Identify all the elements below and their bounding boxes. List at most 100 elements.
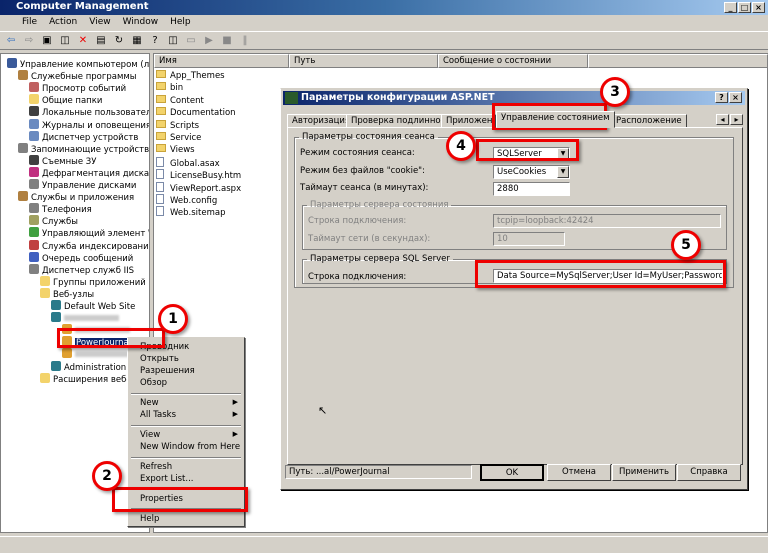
list-item[interactable]: Views (156, 144, 195, 156)
dialog-close-button[interactable]: × (729, 92, 742, 103)
menu-help[interactable]: Help (170, 17, 191, 27)
tree-item[interactable]: Просмотр событий (29, 82, 126, 94)
list-item[interactable]: Web.sitemap (156, 206, 225, 218)
pause-icon[interactable]: ‖ (238, 34, 252, 48)
close-button[interactable]: × (752, 2, 765, 13)
context-menu-item[interactable]: New (140, 398, 159, 408)
tree-item[interactable]: Default Web Site (51, 300, 135, 312)
tree-item[interactable]: Запоминающие устройства (18, 142, 149, 155)
context-menu-item[interactable]: Refresh (140, 462, 172, 472)
console-icon[interactable]: ◫ (166, 34, 180, 48)
context-menu-item[interactable]: Разрешения (140, 366, 195, 376)
tree-item[interactable]: Группы приложений (40, 275, 146, 288)
list-item[interactable]: Content (156, 94, 204, 107)
properties-icon[interactable]: ▤ (94, 34, 108, 48)
tree-item[interactable] (62, 348, 130, 360)
tree-item[interactable]: Съемные ЗУ (29, 154, 96, 167)
tab-scroll-right[interactable]: ▸ (730, 114, 743, 125)
context-menu-item[interactable]: Export List... (140, 474, 194, 484)
tree-item[interactable]: Служебные программы (18, 70, 137, 82)
restore-button[interactable]: □ (738, 2, 751, 13)
list-item[interactable]: Global.asax (156, 156, 220, 169)
state-conn-label: Строка подключения: (308, 216, 407, 226)
list-item[interactable]: ViewReport.aspx (156, 181, 241, 194)
tree-item[interactable]: Диспетчер служб IIS (29, 263, 134, 276)
tree-item[interactable] (51, 312, 119, 324)
context-menu-item[interactable]: Обзор (140, 378, 167, 388)
menu-view[interactable]: View (89, 17, 110, 27)
tree-item[interactable]: Расширения веб- (40, 372, 129, 385)
help-icon[interactable]: ? (148, 34, 162, 48)
tree-item[interactable]: Общие папки (29, 94, 102, 106)
tab-authorization[interactable]: Авторизация (287, 114, 356, 128)
tree-item[interactable]: Управляющий элемент WM (29, 227, 149, 239)
column-status[interactable]: Сообщение о состоянии (438, 54, 588, 68)
cookieless-select[interactable]: UseCookies ▼ (493, 165, 570, 179)
tree-item[interactable]: Журналы и оповещения пр (29, 118, 149, 131)
refresh-icon[interactable]: ↻ (112, 34, 126, 48)
annotation-1: 1 (158, 304, 188, 334)
tree-node-icon (29, 251, 39, 262)
state-conn-input[interactable]: tcpip=loopback:42424 (493, 214, 721, 228)
aspnet-icon (285, 92, 298, 104)
tree-item[interactable]: Служба индексирования (29, 239, 150, 252)
tree-item[interactable]: Веб-узлы (40, 287, 94, 300)
cancel-button[interactable]: Отмена (547, 464, 611, 481)
list-item-name: LicenseBusy.htm (170, 171, 242, 182)
tree-item[interactable]: Телефония (29, 203, 92, 215)
tree-item-label: Служба индексирования (42, 241, 150, 252)
tab-location[interactable]: Расположение (611, 114, 687, 128)
timeout-input[interactable]: 2880 (493, 182, 570, 196)
sql-server-legend: Параметры сервера SQL Server (310, 254, 450, 264)
delete-icon[interactable]: ✕ (76, 34, 90, 48)
list-item[interactable]: Service (156, 132, 201, 144)
tree-item[interactable]: Локальные пользователи (29, 106, 149, 118)
context-menu-item[interactable]: Help (140, 514, 159, 524)
tree-node-icon (51, 312, 61, 323)
list-item[interactable]: LicenseBusy.htm (156, 169, 241, 181)
export-icon[interactable]: ▦ (130, 34, 144, 48)
up-folder-icon[interactable]: ▣ (40, 34, 54, 48)
menu-file[interactable]: File (22, 17, 37, 27)
play-icon[interactable]: ▶ (202, 34, 216, 48)
list-item[interactable]: Scripts (156, 119, 199, 132)
list-item[interactable]: bin (156, 82, 183, 94)
back-icon[interactable]: ⇦ (4, 34, 18, 48)
tree-item[interactable]: Управление дисками (29, 179, 136, 191)
menu-action[interactable]: Action (49, 17, 77, 27)
column-name[interactable]: Имя (154, 54, 289, 68)
tree-item[interactable]: Administration (51, 360, 126, 373)
forward-icon[interactable]: ⇨ (22, 34, 36, 48)
context-menu-item[interactable]: Открыть (140, 354, 179, 364)
dialog-help-button[interactable]: ? (715, 92, 728, 103)
tab-scroll-left[interactable]: ◂ (716, 114, 729, 125)
chevron-down-icon[interactable]: ▼ (557, 166, 569, 178)
highlight-properties (112, 487, 248, 512)
list-item[interactable]: App_Themes (156, 70, 225, 82)
tree-item[interactable]: Службы (29, 215, 78, 227)
context-menu-item[interactable]: All Tasks (140, 410, 176, 420)
tab-application[interactable]: Приложение (441, 114, 496, 128)
menu-window[interactable]: Window (123, 17, 159, 27)
highlight-sql-conn (475, 260, 726, 288)
tree-item[interactable]: Очередь сообщений (29, 251, 133, 264)
tree-item[interactable]: Диспетчер устройств (29, 130, 138, 143)
show-tree-icon[interactable]: ◫ (58, 34, 72, 48)
list-item[interactable]: Web.config (156, 194, 217, 206)
stop-icon[interactable]: ■ (220, 34, 234, 48)
list-item[interactable]: Documentation (156, 107, 236, 119)
context-menu-item[interactable]: View (140, 430, 160, 440)
dialog-title: Параметры конфигурации ASP.NET (301, 92, 495, 103)
tree-item[interactable]: Дефрагментация диска (29, 166, 149, 179)
ok-button[interactable]: OK (480, 464, 544, 481)
help-button[interactable]: Справка (677, 464, 741, 481)
network-timeout-input[interactable]: 10 (493, 232, 565, 246)
context-menu-item[interactable]: New Window from Here (140, 442, 240, 452)
tab-state-management[interactable]: Управление состоянием (496, 111, 615, 128)
minimize-button[interactable]: _ (724, 2, 737, 13)
column-path[interactable]: Путь (289, 54, 438, 68)
apply-button[interactable]: Применить (612, 464, 676, 481)
computer-icon[interactable]: ▭ (184, 34, 198, 48)
tree-item[interactable]: Управление компьютером (локаль (7, 58, 149, 70)
tree-item[interactable]: Службы и приложения (18, 191, 134, 203)
